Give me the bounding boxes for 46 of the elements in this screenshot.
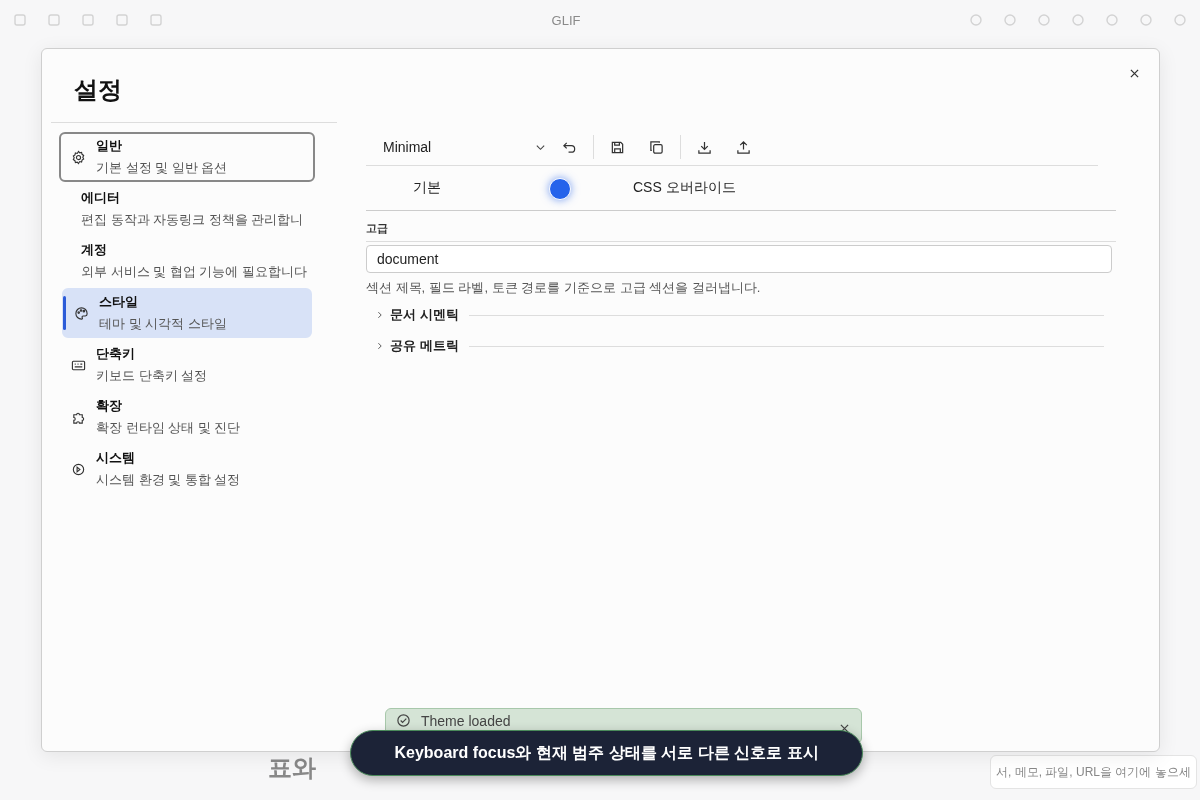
nav-label: 계정	[81, 241, 108, 259]
nav-description: 확장 런타임 상태 및 진단	[96, 419, 241, 437]
page-heading: 표와	[268, 753, 316, 783]
nav-item[interactable]: 에디터 편집 동작과 자동링크 정책을 관리합니	[59, 184, 315, 234]
check-circle-icon	[396, 713, 411, 728]
nav-label: 확장	[96, 397, 123, 415]
section-label: 고급	[366, 221, 1116, 242]
nav-description: 외부 서비스 및 협업 기능에 필요합니다	[81, 263, 308, 281]
gear-icon	[71, 149, 86, 165]
section-toggle[interactable]: 공유 메트릭	[366, 337, 459, 355]
nav-item[interactable]: 스타일 테마 및 시각적 스타일	[62, 288, 312, 338]
tooltip: Keyboard focus와 현재 범주 상태를 서로 다른 신호로 표시	[350, 730, 863, 776]
mode-label: 기본	[413, 179, 441, 197]
nav-label: 단축키	[96, 345, 136, 363]
mode-switch[interactable]	[549, 177, 571, 199]
drop-field[interactable]: 서, 메모, 파일, URL을 여기에 놓으세	[990, 755, 1197, 789]
download-icon	[697, 139, 712, 155]
copy-icon	[649, 139, 664, 155]
mode-label: CSS 오버라이드	[633, 179, 736, 197]
nav-item[interactable]: 계정 외부 서비스 및 협업 기능에 필요합니다	[59, 236, 315, 286]
gear-icon	[71, 461, 86, 477]
chevron-right-icon	[376, 342, 384, 350]
nav-label: 에디터	[81, 189, 121, 207]
hint-text: 섹션 제목, 필드 라벨, 토큰 경로를 기준으로 고급 섹션을 걸러냅니다.	[366, 279, 762, 297]
nav-description: 테마 및 시각적 스타일	[99, 315, 227, 333]
nav-item[interactable]: 확장 확장 런타임 상태 및 진단	[59, 392, 315, 442]
theme-select[interactable]: Minimal	[366, 139, 546, 155]
nav-label: 일반	[96, 137, 123, 155]
nav-description: 시스템 환경 및 통합 설정	[96, 471, 241, 489]
nav-item[interactable]: 단축키 키보드 단축키 설정	[59, 340, 315, 390]
chevron-right-icon	[376, 311, 384, 319]
nav-description: 편집 동작과 자동링크 정책을 관리합니	[81, 211, 304, 229]
close-button[interactable]	[1128, 67, 1141, 80]
upload-icon	[736, 139, 751, 155]
toast-message: Theme loaded	[421, 713, 512, 729]
filter-field[interactable]: document	[366, 245, 1112, 273]
nav-item[interactable]: 시스템 시스템 환경 및 통합 설정	[59, 444, 315, 494]
nav-description: 키보드 단축키 설정	[96, 367, 208, 385]
palette-icon	[74, 305, 89, 321]
app-title: GLIF	[551, 12, 581, 28]
dialog-title: 설정	[51, 49, 337, 123]
nav-description: 기본 설정 및 일반 옵션	[96, 159, 228, 177]
nav-item[interactable]: 일반 기본 설정 및 일반 옵션	[59, 132, 315, 182]
nav-label: 시스템	[96, 449, 136, 467]
nav-label: 스타일	[99, 293, 139, 311]
section-toggle[interactable]: 문서 시멘틱	[366, 306, 459, 324]
